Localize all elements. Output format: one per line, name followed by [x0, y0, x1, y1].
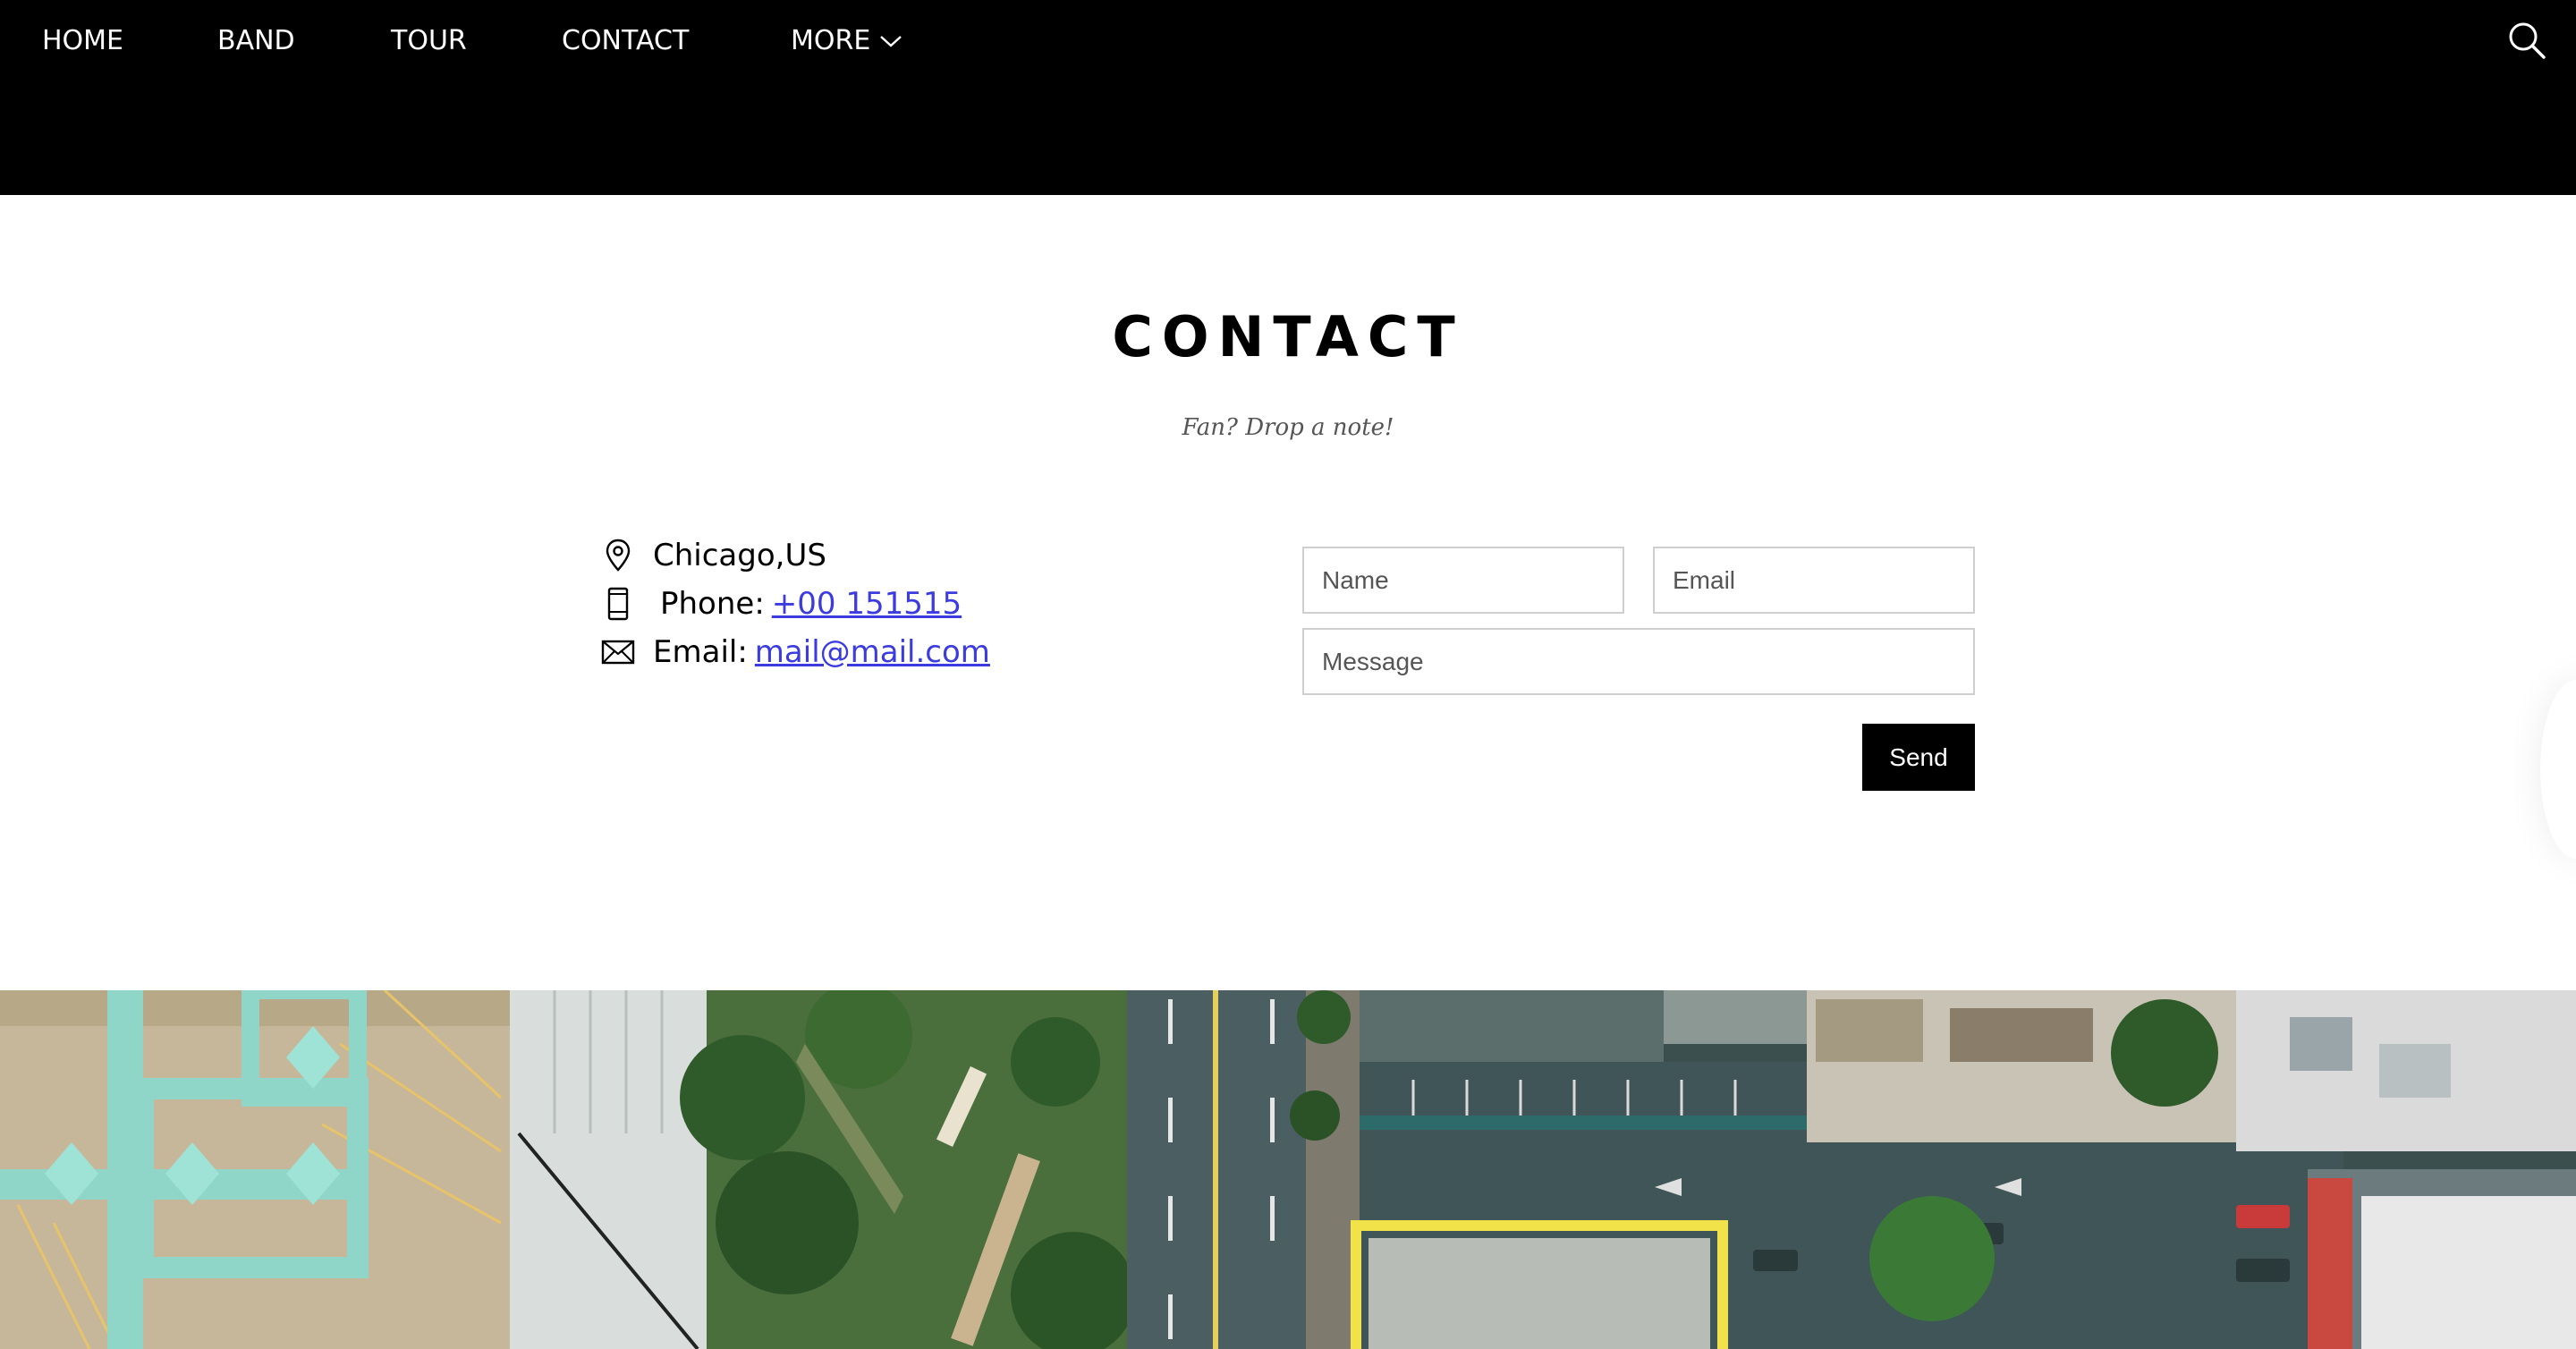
email-input[interactable] — [1653, 547, 1975, 614]
phone-row: Phone: +00 151515 — [597, 581, 962, 626]
name-input[interactable] — [1302, 547, 1624, 614]
page-subtitle: Fan? Drop a note! — [1182, 414, 1394, 441]
envelope-icon — [597, 632, 639, 673]
nav-more[interactable]: MORE — [791, 25, 902, 56]
nav-tour[interactable]: TOUR — [391, 25, 467, 56]
location-text: Chicago,US — [653, 538, 826, 573]
phone-label: Phone: — [660, 586, 765, 622]
nav-home[interactable]: HOME — [42, 25, 123, 56]
side-shadow — [2540, 680, 2576, 859]
nav-more-label: MORE — [791, 25, 871, 56]
nav-contact[interactable]: CONTACT — [562, 25, 689, 56]
nav-band[interactable]: BAND — [217, 25, 295, 56]
search-icon[interactable] — [2506, 20, 2547, 61]
email-row: Email: mail@mail.com — [597, 630, 990, 674]
map-pin-icon — [597, 535, 639, 576]
chevron-down-icon — [880, 35, 902, 47]
email-label: Email: — [653, 634, 748, 670]
page-title: CONTACT — [1112, 304, 1464, 369]
phone-link[interactable]: +00 151515 — [772, 586, 962, 622]
message-input[interactable] — [1302, 628, 1975, 695]
aerial-city-illustration — [0, 990, 2576, 1349]
phone-icon — [597, 583, 639, 624]
email-link[interactable]: mail@mail.com — [755, 634, 990, 670]
top-navigation-bar: HOME BAND TOUR CONTACT MORE — [0, 0, 2576, 195]
send-button[interactable]: Send — [1862, 724, 1975, 791]
aerial-city-image — [0, 990, 2576, 1349]
location-row: Chicago,US — [597, 533, 826, 578]
